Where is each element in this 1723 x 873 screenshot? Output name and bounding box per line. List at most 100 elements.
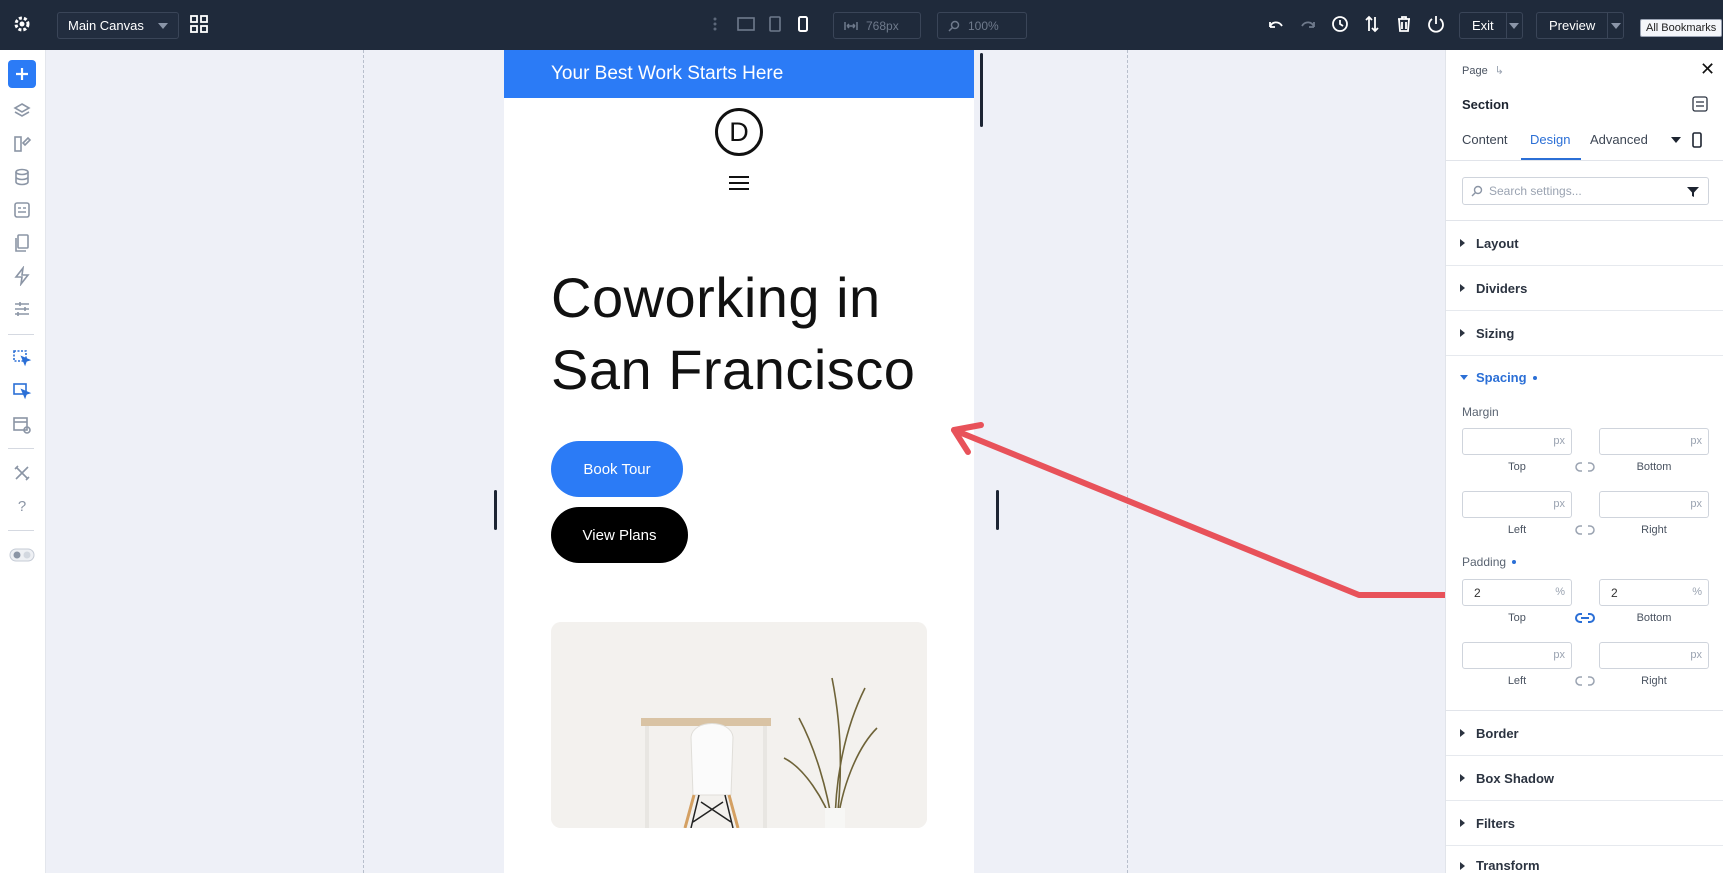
padding-top-unit: % <box>1555 586 1565 598</box>
preview-button[interactable]: Preview <box>1536 12 1625 39</box>
accordion-border[interactable]: Border <box>1446 711 1723 756</box>
padding-right-input[interactable]: px <box>1599 642 1709 669</box>
settings-panel: Page ↳ ✕ Section Content Design Advanced… <box>1445 50 1723 873</box>
tab-design[interactable]: Design <box>1530 132 1570 147</box>
view-plans-button[interactable]: View Plans <box>551 507 688 563</box>
breadcrumb-page: Page <box>1462 65 1488 77</box>
accordion-layout[interactable]: Layout <box>1446 221 1723 266</box>
close-icon[interactable]: ✕ <box>1700 59 1715 80</box>
trash-icon[interactable] <box>1394 14 1414 34</box>
modified-dot <box>1512 560 1517 564</box>
pages-icon[interactable] <box>11 232 33 254</box>
pointer-multi-icon[interactable] <box>11 381 33 403</box>
phone-view-icon[interactable] <box>793 14 813 34</box>
filter-icon[interactable] <box>1687 186 1699 198</box>
accordion-transform[interactable]: Transform <box>1446 846 1723 873</box>
form-icon[interactable] <box>11 199 33 221</box>
tools-icon[interactable] <box>11 462 33 484</box>
all-bookmarks-tooltip: All Bookmarks <box>1640 19 1723 37</box>
caret-right-icon <box>1460 239 1465 247</box>
link-icon[interactable] <box>1575 612 1595 624</box>
preview-menu-toggle[interactable] <box>1607 13 1623 38</box>
book-tour-label: Book Tour <box>583 460 651 478</box>
padding-left-input[interactable]: px <box>1462 642 1572 669</box>
exit-button[interactable]: Exit <box>1459 12 1523 39</box>
margin-right-label: Right <box>1641 524 1667 536</box>
accordion-transform-label: Transform <box>1476 858 1540 873</box>
top-toolbar: Main Canvas 768px 100% Exit Preview All … <box>0 0 1723 50</box>
resize-handle-right[interactable] <box>996 490 999 530</box>
preset-settings-icon[interactable] <box>1692 96 1708 112</box>
chevron-down-icon <box>1610 22 1621 29</box>
mode-toggle-icon[interactable] <box>9 544 35 566</box>
lightning-icon[interactable] <box>11 265 33 287</box>
spacing-label: Spacing <box>1476 370 1527 385</box>
padding-bottom-label: Bottom <box>1636 612 1672 624</box>
margin-top-input[interactable]: px <box>1462 428 1572 455</box>
padding-right-unit: px <box>1690 649 1702 661</box>
accordion-dividers[interactable]: Dividers <box>1446 266 1723 311</box>
padding-header: Padding <box>1462 555 1517 569</box>
add-element-button[interactable] <box>8 60 36 88</box>
resize-handle-left[interactable] <box>494 490 497 530</box>
announcement-banner[interactable]: Your Best Work Starts Here <box>504 50 974 98</box>
margin-left-label: Left <box>1507 524 1527 536</box>
search-settings-input[interactable]: Search settings... <box>1462 177 1709 205</box>
exit-menu-toggle[interactable] <box>1505 13 1522 38</box>
sliders-icon[interactable] <box>11 298 33 320</box>
margin-left-input[interactable]: px <box>1462 491 1572 518</box>
margin-left-unit: px <box>1553 498 1565 510</box>
undo-icon[interactable] <box>1266 14 1286 34</box>
site-logo[interactable]: D <box>715 108 763 156</box>
theme-builder-icon[interactable] <box>11 133 33 155</box>
padding-top-value: 2 <box>1474 585 1481 600</box>
search-placeholder: Search settings... <box>1489 184 1582 198</box>
database-icon[interactable] <box>11 166 33 188</box>
tablet-view-icon[interactable] <box>765 14 785 34</box>
hero-heading: Coworking in San Francisco <box>551 262 915 406</box>
zoom-field[interactable]: 100% <box>937 12 1027 39</box>
canvas-scrollbar[interactable] <box>980 53 983 127</box>
margin-bottom-unit: px <box>1690 435 1702 447</box>
history-clock-icon[interactable] <box>1330 14 1350 34</box>
phone-view-icon[interactable] <box>1691 132 1703 153</box>
layers-icon[interactable] <box>11 100 33 122</box>
canvas-select[interactable]: Main Canvas <box>57 12 179 39</box>
zoom-value: 100% <box>968 18 999 33</box>
accordion-sizing[interactable]: Sizing <box>1446 311 1723 356</box>
width-arrows-icon <box>844 21 858 30</box>
canvas-width-field[interactable]: 768px <box>833 12 921 39</box>
caret-right-icon <box>1460 862 1465 870</box>
padding-label: Padding <box>1462 555 1507 569</box>
unlink-icon[interactable] <box>1575 524 1595 536</box>
tabs-divider <box>1446 160 1723 161</box>
template-icon[interactable] <box>11 414 33 436</box>
padding-top-input[interactable]: 2% <box>1462 579 1572 606</box>
book-tour-button[interactable]: Book Tour <box>551 441 683 497</box>
divider <box>8 448 34 449</box>
padding-bottom-input[interactable]: 2% <box>1599 579 1709 606</box>
pointer-select-icon[interactable] <box>11 348 33 370</box>
margin-bottom-input[interactable]: px <box>1599 428 1709 455</box>
hero-line-2: San Francisco <box>551 338 916 401</box>
padding-top-label: Top <box>1508 612 1526 624</box>
settings-gear-icon[interactable] <box>12 14 32 34</box>
breadcrumb[interactable]: Page ↳ <box>1462 64 1504 77</box>
hamburger-menu-icon[interactable] <box>729 175 749 191</box>
divider <box>8 530 34 531</box>
chevron-down-icon[interactable] <box>1671 137 1681 143</box>
help-icon[interactable]: ? <box>11 495 33 517</box>
grid-view-icon[interactable] <box>189 14 209 34</box>
desktop-view-icon[interactable] <box>736 14 756 34</box>
unlink-icon[interactable] <box>1575 461 1595 473</box>
tab-content[interactable]: Content <box>1462 132 1508 147</box>
accordion-filters[interactable]: Filters <box>1446 801 1723 846</box>
redo-icon[interactable] <box>1298 14 1318 34</box>
accordion-box-shadow[interactable]: Box Shadow <box>1446 756 1723 801</box>
margin-right-input[interactable]: px <box>1599 491 1709 518</box>
accordion-spacing-header[interactable]: Spacing <box>1460 370 1537 385</box>
sort-arrows-icon[interactable] <box>1362 14 1382 34</box>
unlink-icon[interactable] <box>1575 675 1595 687</box>
power-icon[interactable] <box>1426 14 1446 34</box>
tab-advanced[interactable]: Advanced <box>1590 132 1648 147</box>
